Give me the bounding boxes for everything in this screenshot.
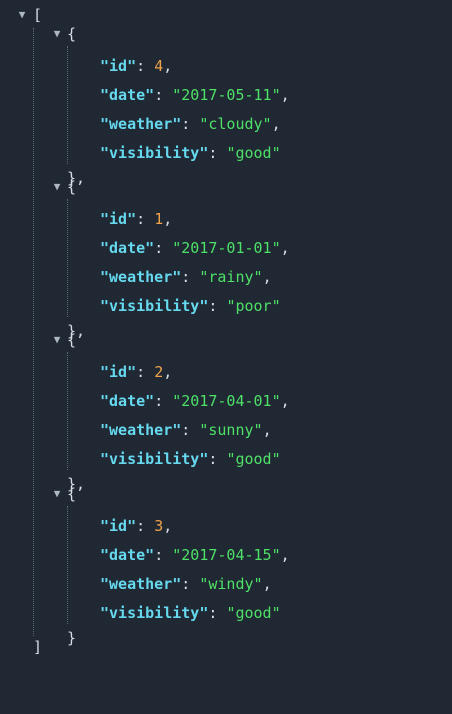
json-field-row: "date": "2017-04-15", [100, 545, 290, 565]
object-open-brace: { [67, 178, 77, 196]
collapse-object-toggle-icon[interactable]: ▼ [51, 330, 63, 350]
object-indent-guide [67, 506, 68, 624]
field-string-value: "good" [226, 144, 281, 162]
collapse-object-toggle-icon[interactable]: ▼ [51, 24, 63, 44]
field-colon: : [181, 575, 200, 593]
field-trailing-comma: , [163, 517, 173, 535]
json-field-row: "weather": "cloudy", [100, 114, 281, 134]
json-field-row: "visibility": "poor" [100, 296, 281, 316]
object-indent-guide [67, 199, 68, 317]
field-trailing-comma: , [163, 57, 173, 75]
json-field-row: "id": 3, [100, 516, 172, 536]
field-key: "visibility" [100, 297, 209, 315]
json-field-row: "weather": "windy", [100, 574, 272, 594]
field-string-value: "rainy" [199, 268, 263, 286]
field-trailing-comma: , [280, 86, 290, 104]
json-field-row: "visibility": "good" [100, 603, 281, 623]
field-key: "id" [100, 363, 137, 381]
object-open-brace: { [67, 25, 77, 43]
field-colon: : [136, 210, 155, 228]
field-string-value: "good" [226, 450, 281, 468]
json-field-row: "visibility": "good" [100, 449, 281, 469]
field-key: "date" [100, 239, 155, 257]
field-string-value: "cloudy" [199, 115, 272, 133]
field-trailing-comma: , [262, 421, 272, 439]
json-field-row: "id": 4, [100, 56, 172, 76]
field-string-value: "2017-01-01" [172, 239, 281, 257]
field-string-value: "2017-05-11" [172, 86, 281, 104]
root-close-bracket: ] [33, 638, 43, 656]
field-string-value: "sunny" [199, 421, 263, 439]
field-colon: : [208, 450, 227, 468]
json-field-row: "date": "2017-04-01", [100, 391, 290, 411]
field-number-value: 4 [154, 57, 164, 75]
field-trailing-comma: , [271, 115, 281, 133]
object-open-brace: { [67, 331, 77, 349]
field-colon: : [181, 421, 200, 439]
field-key: "weather" [100, 115, 182, 133]
field-string-value: "good" [226, 604, 281, 622]
field-colon: : [208, 604, 227, 622]
json-field-row: "weather": "sunny", [100, 420, 272, 440]
field-colon: : [136, 363, 155, 381]
field-trailing-comma: , [280, 239, 290, 257]
field-trailing-comma: , [262, 268, 272, 286]
object-close-brace: } [67, 629, 77, 647]
collapse-object-toggle-icon[interactable]: ▼ [51, 484, 63, 504]
field-key: "id" [100, 210, 137, 228]
field-colon: : [181, 268, 200, 286]
field-colon: : [208, 297, 227, 315]
field-string-value: "2017-04-01" [172, 392, 281, 410]
field-string-value: "poor" [226, 297, 281, 315]
collapse-root-toggle-icon[interactable]: ▼ [16, 5, 28, 25]
field-key: "visibility" [100, 604, 209, 622]
json-field-row: "weather": "rainy", [100, 267, 272, 287]
field-trailing-comma: , [280, 392, 290, 410]
field-key: "date" [100, 86, 155, 104]
json-field-row: "date": "2017-01-01", [100, 238, 290, 258]
field-number-value: 3 [154, 517, 164, 535]
field-colon: : [181, 115, 200, 133]
json-field-row: "visibility": "good" [100, 143, 281, 163]
field-string-value: "windy" [199, 575, 263, 593]
json-field-row: "date": "2017-05-11", [100, 85, 290, 105]
field-colon: : [154, 239, 173, 257]
field-key: "visibility" [100, 450, 209, 468]
field-trailing-comma: , [262, 575, 272, 593]
field-key: "date" [100, 546, 155, 564]
field-key: "weather" [100, 268, 182, 286]
field-trailing-comma: , [163, 363, 173, 381]
json-field-row: "id": 2, [100, 362, 172, 382]
field-number-value: 1 [154, 210, 164, 228]
field-key: "weather" [100, 421, 182, 439]
field-colon: : [208, 144, 227, 162]
field-colon: : [154, 86, 173, 104]
field-key: "id" [100, 57, 137, 75]
root-open-bracket: [ [33, 6, 43, 24]
collapse-object-toggle-icon[interactable]: ▼ [51, 177, 63, 197]
root-indent-guide [33, 28, 34, 636]
object-open-brace: { [67, 485, 77, 503]
field-key: "id" [100, 517, 137, 535]
field-colon: : [136, 57, 155, 75]
object-indent-guide [67, 46, 68, 164]
json-viewer: ▼ [ ▼{"id": 4, "date": "2017-05-11", "weat… [0, 0, 452, 714]
field-colon: : [136, 517, 155, 535]
field-colon: : [154, 546, 173, 564]
field-key: "visibility" [100, 144, 209, 162]
field-key: "weather" [100, 575, 182, 593]
field-key: "date" [100, 392, 155, 410]
json-field-row: "id": 1, [100, 209, 172, 229]
field-trailing-comma: , [280, 546, 290, 564]
field-trailing-comma: , [163, 210, 173, 228]
object-indent-guide [67, 352, 68, 470]
field-string-value: "2017-04-15" [172, 546, 281, 564]
field-colon: : [154, 392, 173, 410]
field-number-value: 2 [154, 363, 164, 381]
